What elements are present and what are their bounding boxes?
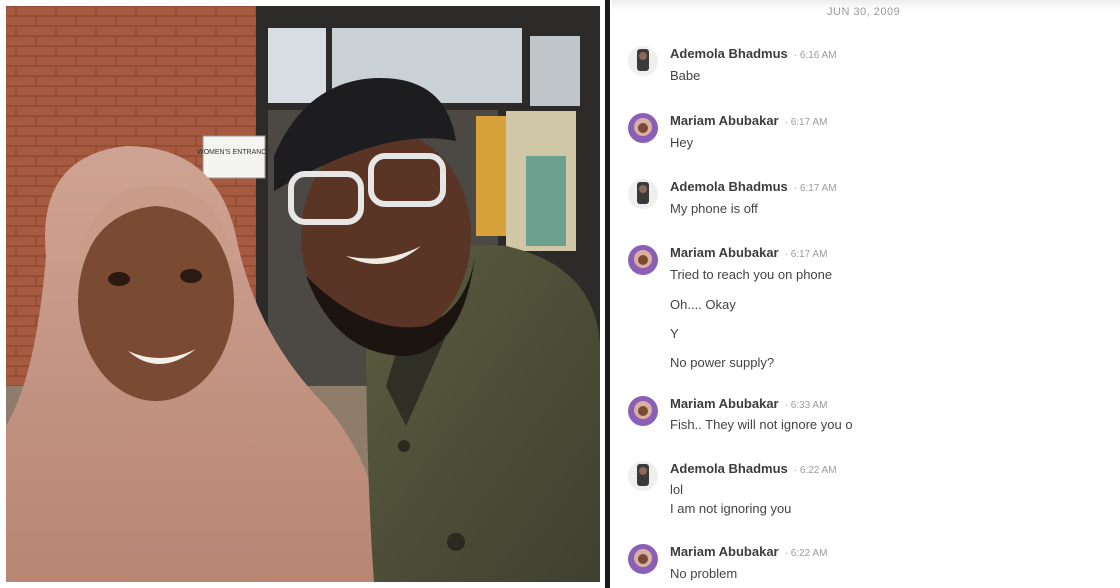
message-text: Fish.. They will not ignore you o	[670, 417, 853, 432]
sender-name[interactable]: Mariam Abubakar	[670, 113, 779, 128]
message-text: My phone is off	[670, 201, 758, 216]
sender-line: Mariam Abubakar · 6:33 AM	[670, 396, 827, 411]
message-time: · 6:17 AM	[784, 117, 828, 128]
selfie-photo: WOMEN'S ENTRANCE	[6, 6, 600, 582]
sender-line: Mariam Abubakar · 6:17 AM	[670, 113, 827, 128]
avatar-image	[637, 49, 649, 71]
message-text: Hey	[670, 135, 694, 150]
avatar-mariam[interactable]	[628, 245, 658, 275]
message-text: No power supply?	[670, 355, 775, 370]
sender-name[interactable]: Mariam Abubakar	[670, 544, 779, 559]
chat-panel: JUN 30, 2009 Ademola Bhadmus · 6:16 AM Ba…	[612, 0, 1120, 588]
message-time: · 6:22 AM	[793, 465, 837, 476]
avatar-image	[637, 182, 649, 204]
message-time: · 6:17 AM	[784, 249, 828, 260]
sender-line: Ademola Bhadmus · 6:22 AM	[670, 461, 837, 476]
message-time: · 6:16 AM	[793, 50, 837, 61]
selfie-illustration: WOMEN'S ENTRANCE	[6, 6, 600, 582]
message-text: Oh.... Okay	[670, 297, 736, 312]
message-text: Tried to reach you on phone	[670, 267, 833, 282]
sender-line: Mariam Abubakar · 6:22 AM	[670, 544, 827, 559]
avatar-ademola[interactable]	[628, 46, 658, 76]
date-separator: JUN 30, 2009	[827, 6, 901, 18]
message-time: · 6:22 AM	[784, 548, 828, 559]
message-text: Babe	[670, 68, 701, 83]
sender-name[interactable]: Mariam Abubakar	[670, 245, 779, 260]
message-text: Y	[670, 326, 679, 341]
panel-divider	[605, 0, 610, 588]
sender-name[interactable]: Ademola Bhadmus	[670, 46, 788, 61]
message-time: · 6:33 AM	[784, 400, 828, 411]
message-text: No problem	[670, 566, 738, 581]
avatar-ademola[interactable]	[628, 461, 658, 491]
sender-name[interactable]: Mariam Abubakar	[670, 396, 779, 411]
sender-line: Ademola Bhadmus · 6:16 AM	[670, 46, 837, 61]
message-time: · 6:17 AM	[793, 183, 837, 194]
avatar-image	[634, 118, 652, 136]
avatar-image	[634, 250, 652, 268]
message-text: I am not ignoring you	[670, 501, 792, 516]
avatar-ademola[interactable]	[628, 179, 658, 209]
sender-name[interactable]: Ademola Bhadmus	[670, 461, 788, 476]
message-text: lol	[670, 482, 684, 497]
sender-line: Mariam Abubakar · 6:17 AM	[670, 245, 827, 260]
avatar-image	[634, 549, 652, 567]
avatar-image	[634, 401, 652, 419]
sender-line: Ademola Bhadmus · 6:17 AM	[670, 179, 837, 194]
sign-text: WOMEN'S ENTRANCE	[197, 149, 271, 156]
avatar-mariam[interactable]	[628, 396, 658, 426]
sender-name[interactable]: Ademola Bhadmus	[670, 179, 788, 194]
avatar-image	[637, 464, 649, 486]
avatar-mariam[interactable]	[628, 544, 658, 574]
avatar-mariam[interactable]	[628, 113, 658, 143]
